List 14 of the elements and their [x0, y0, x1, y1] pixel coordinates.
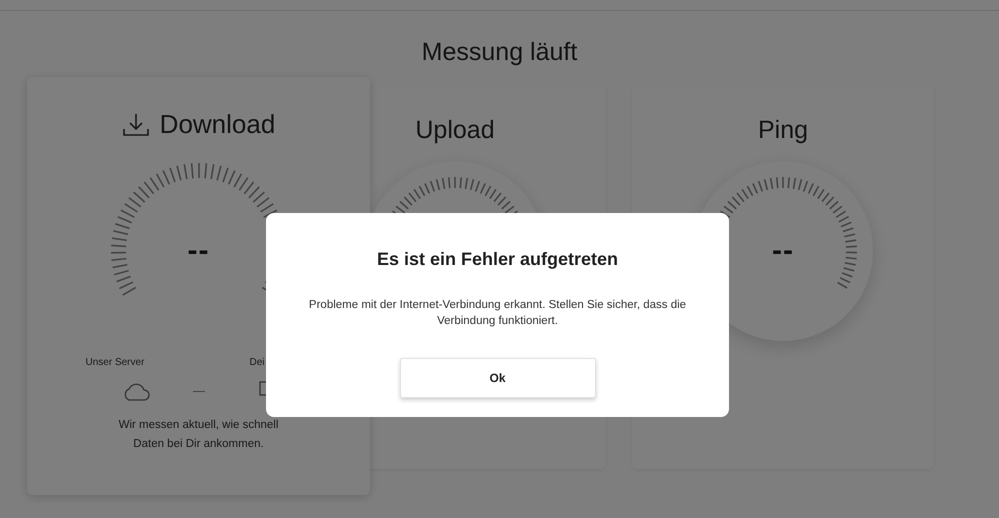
- download-icon: [122, 111, 150, 137]
- card-title: Download: [160, 108, 276, 140]
- page-title: Messung läuft: [420, 37, 578, 67]
- dialog-title: Es ist ein Fehler aufgetreten: [376, 248, 618, 270]
- gauge-value: --: [188, 236, 210, 266]
- card-title: Upload: [415, 116, 495, 144]
- card-description: Wir messen aktuell, wie schnell Daten bei Dir ankommen.: [118, 418, 280, 452]
- dialog-message: Probleme mit der Internet-Verbindung erkannt. Stellen Sie sicher, dass die Verbindung funktioniert.: [308, 298, 688, 329]
- endpoint-label: Dei: [250, 357, 265, 368]
- gauge-value: --: [772, 236, 794, 266]
- ok-button[interactable]: Ok: [400, 358, 596, 398]
- connector-line: [192, 390, 204, 392]
- card-title: Ping: [758, 116, 808, 144]
- endpoint-label: Unser Server: [86, 357, 144, 368]
